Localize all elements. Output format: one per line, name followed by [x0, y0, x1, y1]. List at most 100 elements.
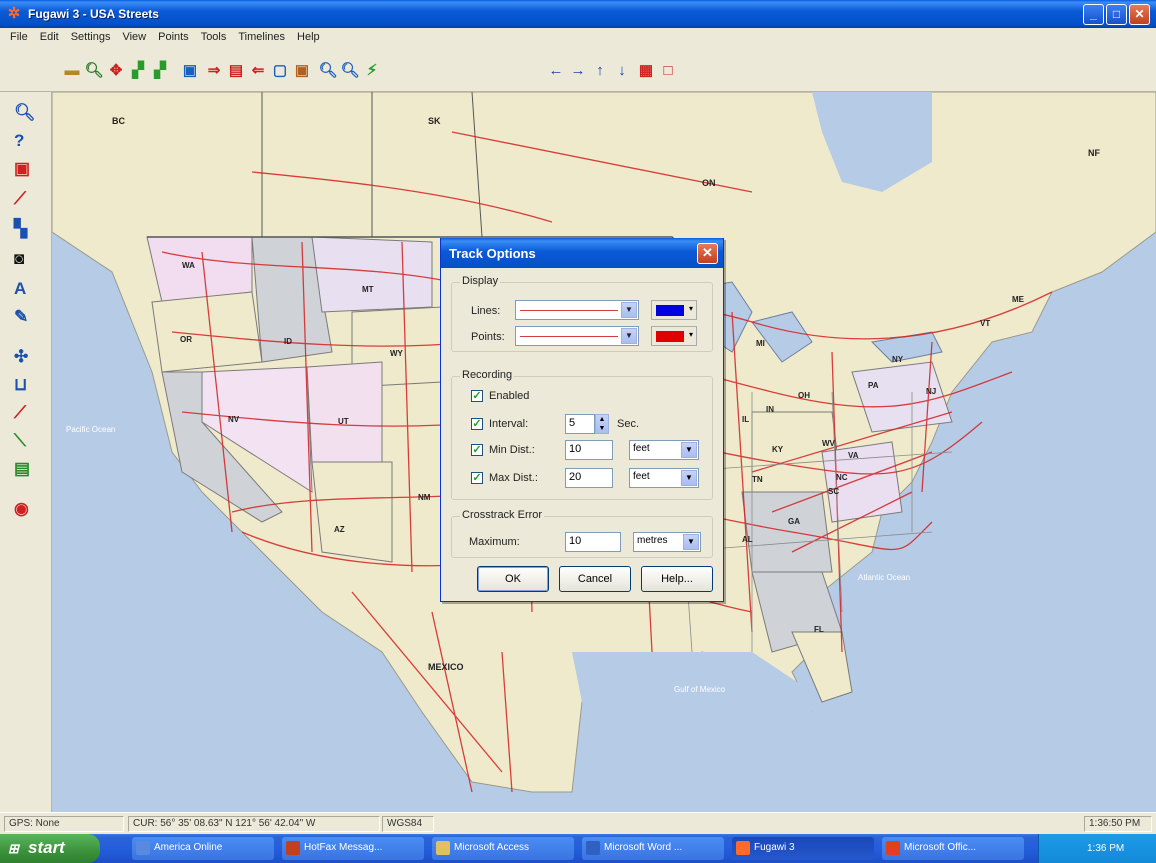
text-icon[interactable]: A — [8, 276, 38, 302]
lines-style-preview — [520, 310, 618, 311]
export-icon[interactable]: ⇒ — [204, 60, 224, 80]
interval-input[interactable]: 5 — [565, 414, 595, 434]
overlay-icon[interactable]: ▣ — [292, 60, 312, 80]
aol-icon — [136, 841, 150, 855]
map-label-wv: WV — [822, 439, 836, 448]
layers-icon[interactable]: ▤ — [226, 60, 246, 80]
left-toolbar: 🔍︎ ? ▣ ⟋ ▚ ◙ A ✎ ✣ ⊔ ⟋ ⟍ ▤ ◉ — [0, 92, 52, 812]
min-dist-unit-select[interactable]: feet ▼ — [629, 440, 699, 460]
track-flag-icon[interactable]: ▦ — [636, 60, 656, 80]
menu-help[interactable]: Help — [291, 31, 326, 43]
gps-status: GPS: None — [4, 816, 124, 832]
min-dist-input[interactable]: 10 — [565, 440, 613, 460]
map-label-nj: NJ — [926, 387, 936, 396]
line-icon[interactable]: ⟋ — [8, 400, 38, 426]
map-label-bc: BC — [112, 116, 125, 126]
max-dist-unit-value: feet — [633, 471, 650, 482]
arrow-up-icon[interactable]: ↑ — [590, 60, 610, 80]
map-tools-icon[interactable]: ▞ — [128, 60, 148, 80]
map-label-az: AZ — [334, 525, 345, 534]
interval-spinner[interactable]: ▲ ▼ — [595, 414, 609, 434]
maximize-button[interactable]: □ — [1106, 4, 1127, 25]
connect-icon[interactable]: ⊔ — [8, 372, 38, 398]
maximum-input[interactable]: 10 — [565, 532, 621, 552]
arrow-left-icon[interactable]: ← — [546, 60, 566, 80]
camera-icon[interactable]: ◙ — [8, 246, 38, 272]
close-button[interactable]: ✕ — [1129, 4, 1150, 25]
cancel-button[interactable]: Cancel — [559, 566, 631, 592]
dialog-close-button[interactable]: ✕ — [697, 243, 718, 264]
zoom-map-icon[interactable]: 🔍︎ — [84, 60, 104, 80]
task-microsoft-office[interactable]: Microsoft Offic... — [882, 837, 1024, 860]
arrow-right-icon[interactable]: → — [568, 60, 588, 80]
min-dist-checkbox[interactable]: ✓ — [471, 444, 483, 456]
task-label: HotFax Messag... — [304, 842, 383, 853]
measure-icon[interactable]: ⚡︎ — [362, 60, 382, 80]
max-dist-unit-select[interactable]: feet ▼ — [629, 468, 699, 488]
pan-icon[interactable]: ✥ — [106, 60, 126, 80]
route-icon[interactable]: ⟋ — [8, 186, 38, 212]
crosstrack-group-label: Crosstrack Error — [460, 509, 545, 521]
menu-points[interactable]: Points — [152, 31, 195, 43]
import-icon[interactable]: ⇐ — [248, 60, 268, 80]
window-title: Fugawi 3 - USA Streets — [28, 7, 159, 21]
map-label-gulf: Gulf of Mexico — [674, 685, 726, 694]
map-label-oh: OH — [798, 391, 810, 400]
points-color-button[interactable]: ▾ — [651, 326, 697, 346]
zoom-out-icon[interactable]: 🔍︎ — [340, 60, 360, 80]
task-label: America Online — [154, 842, 223, 853]
maximum-unit-select[interactable]: metres ▼ — [633, 532, 701, 552]
fugawi-icon — [736, 841, 750, 855]
map-edit-icon[interactable]: ▞ — [150, 60, 170, 80]
layer-tool-icon[interactable]: ▤ — [8, 456, 38, 482]
menu-settings[interactable]: Settings — [65, 31, 117, 43]
gps-icon[interactable]: ◉ — [8, 496, 38, 522]
waypoint-icon[interactable]: ▣ — [8, 156, 38, 182]
menu-edit[interactable]: Edit — [34, 31, 65, 43]
menu-bar: File Edit Settings View Points Tools Tim… — [0, 28, 1156, 46]
track-icon[interactable]: ▚ — [8, 216, 38, 242]
task-microsoft-access[interactable]: Microsoft Access — [432, 837, 574, 860]
menu-view[interactable]: View — [116, 31, 152, 43]
map-label-fl: FL — [814, 625, 824, 634]
display-icon[interactable]: ▢ — [270, 60, 290, 80]
task-hotfax[interactable]: HotFax Messag... — [282, 837, 424, 860]
task-microsoft-word[interactable]: Microsoft Word ... — [582, 837, 724, 860]
task-america-online[interactable]: America Online — [132, 837, 274, 860]
minimize-button[interactable]: _ — [1083, 4, 1104, 25]
menu-file[interactable]: File — [4, 31, 34, 43]
interval-unit: Sec. — [617, 418, 640, 430]
status-time: 1:36:50 PM — [1084, 816, 1152, 832]
min-dist-label: Min Dist.: — [489, 444, 535, 456]
max-dist-input[interactable]: 20 — [565, 468, 613, 488]
recording-group-label: Recording — [460, 369, 515, 381]
zoom-in-icon[interactable]: 🔍︎ — [318, 60, 338, 80]
map-label-nm: NM — [418, 493, 431, 502]
enabled-checkbox[interactable]: ✓ — [471, 390, 483, 402]
stop-icon[interactable]: □ — [658, 60, 678, 80]
arrow-down-icon[interactable]: ↓ — [612, 60, 632, 80]
ok-button[interactable]: OK — [477, 566, 549, 592]
open-map-icon[interactable]: ▬ — [62, 60, 82, 80]
path-icon[interactable]: ⟍ — [8, 428, 38, 454]
move-point-icon[interactable]: ✣ — [8, 344, 38, 370]
lines-style-select[interactable]: ▼ — [515, 300, 639, 320]
map-label-mt: MT — [362, 285, 374, 294]
lines-color-button[interactable]: ▾ — [651, 300, 697, 320]
points-style-select[interactable]: ▼ — [515, 326, 639, 346]
task-fugawi[interactable]: Fugawi 3 — [732, 837, 874, 860]
min-dist-unit-value: feet — [633, 443, 650, 454]
window-icon[interactable]: ▣ — [180, 60, 200, 80]
help-icon[interactable]: ? — [8, 128, 38, 154]
map-label-pacific: Pacific Ocean — [66, 425, 115, 434]
help-button[interactable]: Help... — [641, 566, 713, 592]
task-label: Microsoft Word ... — [604, 842, 683, 853]
menu-timelines[interactable]: Timelines — [232, 31, 291, 43]
search-icon[interactable]: 🔍︎ — [8, 100, 38, 126]
interval-checkbox[interactable]: ✓ — [471, 418, 483, 430]
start-button[interactable]: ⊞ start — [0, 834, 100, 863]
max-dist-checkbox[interactable]: ✓ — [471, 472, 483, 484]
pen-icon[interactable]: ✎ — [8, 304, 38, 330]
menu-tools[interactable]: Tools — [195, 31, 233, 43]
dialog-title: Track Options — [449, 245, 536, 261]
